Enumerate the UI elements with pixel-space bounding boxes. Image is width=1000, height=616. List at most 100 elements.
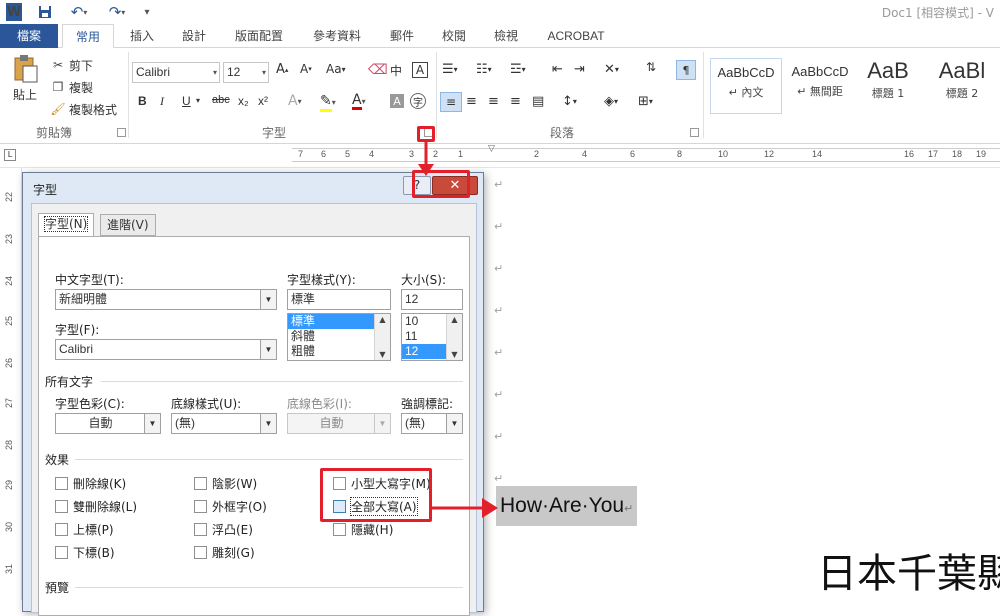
tab-stop-icon[interactable]: L (4, 149, 16, 161)
underline-dropdown-icon[interactable]: ▾ (196, 96, 200, 105)
emboss-checkbox[interactable]: 浮凸(E) (194, 521, 253, 538)
hidden-checkbox[interactable]: 隱藏(H) (333, 521, 393, 538)
tab-file[interactable]: 檔案 (0, 24, 58, 48)
tab-layout[interactable]: 版面配置 (226, 24, 292, 48)
justify-icon[interactable]: ≡ (510, 94, 521, 109)
format-painter-button[interactable]: 🖌 複製格式 (50, 100, 117, 118)
checkbox-box[interactable] (333, 523, 346, 536)
checkbox-box[interactable] (194, 523, 207, 536)
subscript-button[interactable]: x₂ (238, 94, 249, 108)
checkbox-box[interactable] (55, 500, 68, 513)
font-color-select[interactable]: 自動 ▼ (55, 413, 161, 434)
shading-icon[interactable]: ◈ ▾ (604, 94, 618, 109)
tab-insert[interactable]: 插入 (122, 24, 162, 48)
tab-font[interactable]: 字型(N) (38, 213, 95, 237)
customize-qat-icon[interactable]: ▾ (140, 3, 154, 21)
redo-icon[interactable]: ↷ ▾ (104, 3, 130, 21)
font-color-icon[interactable]: A ▾ (352, 93, 366, 110)
subscript-checkbox[interactable]: 下標(B) (55, 544, 115, 561)
highlight-icon[interactable]: ✎ ▾ (320, 93, 336, 112)
scroll-down-icon[interactable]: ▼ (375, 350, 390, 359)
char-border-icon[interactable]: A (412, 62, 428, 78)
align-right-icon[interactable]: ≡ (488, 94, 499, 109)
copy-button[interactable]: ❐ 複製 (50, 78, 93, 96)
line-spacing-icon[interactable]: ↕ ▾ (562, 94, 577, 109)
phonetic-guide-icon[interactable]: 中 (390, 62, 402, 79)
shrink-font-icon[interactable]: A ▾ (300, 62, 312, 76)
char-shading-icon[interactable]: A (390, 94, 404, 108)
chevron-down-icon[interactable]: ▼ (446, 414, 462, 433)
underline-button[interactable]: U (182, 94, 191, 108)
underline-style-select[interactable]: (無) ▼ (171, 413, 277, 434)
tab-review[interactable]: 校閱 (434, 24, 474, 48)
italic-button[interactable]: I (160, 94, 164, 109)
cjk-font-select[interactable]: 新細明體 ▼ (55, 289, 277, 310)
sort-icon[interactable]: ⇅ (646, 60, 656, 74)
style-heading-1[interactable]: AaB 標題 1 (852, 58, 924, 114)
scroll-down-icon[interactable]: ▼ (447, 350, 462, 359)
checkbox-box[interactable] (194, 477, 207, 490)
checkbox-box[interactable] (194, 500, 207, 513)
size-input[interactable]: 12 (401, 289, 463, 310)
font-select[interactable]: Calibri ▼ (55, 339, 277, 360)
borders-icon[interactable]: ⊞ ▾ (638, 94, 653, 109)
bold-button[interactable]: B (138, 94, 147, 108)
clipboard-launcher-icon[interactable] (117, 128, 126, 137)
show-formatting-icon[interactable]: ¶ (676, 60, 696, 80)
checkbox-box[interactable] (55, 477, 68, 490)
change-case-icon[interactable]: Aa ▾ (326, 62, 346, 76)
checkbox-box[interactable] (55, 546, 68, 559)
save-icon[interactable] (36, 3, 54, 21)
chevron-down-icon[interactable]: ▼ (260, 340, 276, 359)
style-heading-2[interactable]: AaBl 標題 2 (926, 58, 998, 114)
tab-design[interactable]: 設計 (174, 24, 214, 48)
tab-acrobat[interactable]: ACROBAT (540, 24, 612, 48)
tab-view[interactable]: 檢視 (486, 24, 526, 48)
numbering-icon[interactable]: ☷ ▾ (476, 62, 492, 77)
tab-advanced[interactable]: 進階(V) (100, 214, 156, 236)
text-effects-icon[interactable]: A ▾ (288, 93, 302, 109)
checkbox-box[interactable] (194, 546, 207, 559)
multilevel-list-icon[interactable]: ☲ ▾ (510, 62, 526, 77)
distributed-icon[interactable]: ▤ (532, 94, 544, 109)
checkbox-box[interactable] (55, 523, 68, 536)
double-strikethrough-checkbox[interactable]: 雙刪除線(L) (55, 498, 137, 515)
outline-checkbox[interactable]: 外框字(O) (194, 498, 267, 515)
indent-marker-icon[interactable]: ▽ (488, 144, 495, 154)
font-style-input[interactable]: 標準 (287, 289, 391, 310)
size-list[interactable]: 10 11 12 ▲ ▼ (401, 313, 463, 361)
engrave-checkbox[interactable]: 雕刻(G) (194, 544, 255, 561)
style-normal[interactable]: AaBbCcD ↵ 內文 (710, 58, 782, 114)
superscript-checkbox[interactable]: 上標(P) (55, 521, 114, 538)
scrollbar[interactable]: ▲ ▼ (446, 314, 462, 360)
increase-indent-icon[interactable]: ⇥ (574, 62, 585, 77)
tab-references[interactable]: 參考資料 (304, 24, 370, 48)
strikethrough-checkbox[interactable]: 刪除線(K) (55, 475, 126, 492)
chevron-down-icon[interactable]: ▼ (260, 290, 276, 309)
align-center-icon[interactable]: ≡ (466, 94, 477, 109)
superscript-button[interactable]: x² (258, 94, 268, 108)
cut-button[interactable]: ✂ 剪下 (50, 56, 93, 74)
clear-formatting-icon[interactable]: ⌫ (368, 62, 388, 78)
enclose-char-icon[interactable]: 字 (410, 93, 426, 109)
emphasis-select[interactable]: (無) ▼ (401, 413, 463, 434)
shadow-checkbox[interactable]: 陰影(W) (194, 475, 257, 492)
chevron-down-icon[interactable]: ▼ (144, 414, 160, 433)
bullets-icon[interactable]: ☰ ▾ (442, 62, 458, 77)
chevron-down-icon[interactable]: ▼ (260, 414, 276, 433)
style-no-spacing[interactable]: AaBbCcD ↵ 無間距 (784, 58, 856, 114)
font-size-combo[interactable]: 12 ▾ (223, 62, 269, 83)
font-style-list[interactable]: 標準 斜體 粗體 ▲ ▼ (287, 313, 391, 361)
undo-icon[interactable]: ↶ ▾ (64, 3, 94, 21)
strikethrough-button[interactable]: abc (212, 94, 230, 106)
paste-button[interactable]: 貼上 (8, 54, 42, 118)
decrease-indent-icon[interactable]: ⇤ (552, 62, 563, 77)
grow-font-icon[interactable]: A ▴ (276, 62, 288, 77)
scroll-up-icon[interactable]: ▲ (447, 315, 462, 324)
tab-mailings[interactable]: 郵件 (382, 24, 422, 48)
scroll-up-icon[interactable]: ▲ (375, 315, 390, 324)
document-sample-text[interactable]: How·Are·You↵ (496, 486, 638, 526)
align-left-icon[interactable]: ≡ (440, 92, 462, 112)
tab-home[interactable]: 常用 (62, 24, 114, 48)
paragraph-launcher-icon[interactable] (690, 128, 699, 137)
